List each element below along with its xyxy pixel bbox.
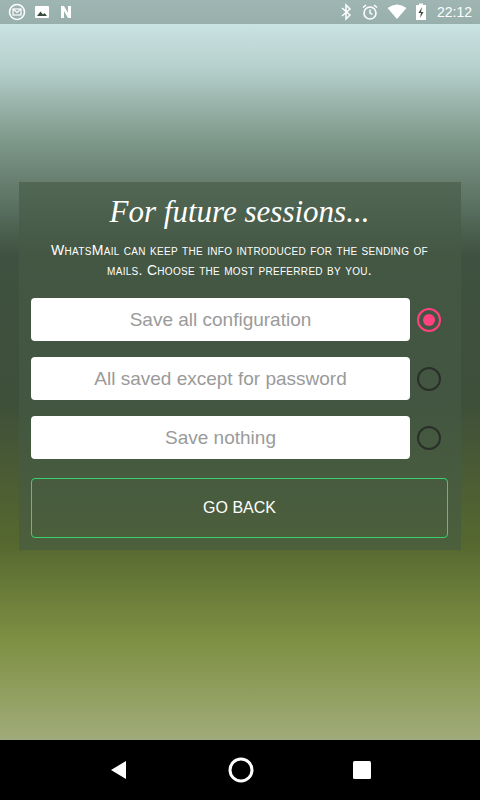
option-label[interactable]: Save all configuration xyxy=(31,298,410,341)
radio-button[interactable] xyxy=(417,308,441,332)
option-label[interactable]: Save nothing xyxy=(31,416,410,459)
screen: 22:12 For future sessions... WhatsMail can… xyxy=(0,0,480,800)
mail-notification-icon xyxy=(8,3,26,21)
image-notification-icon xyxy=(34,4,50,20)
status-time: 22:12 xyxy=(437,4,472,20)
dialog-title: For future sessions... xyxy=(31,194,448,230)
bluetooth-icon xyxy=(339,3,353,21)
radio-button[interactable] xyxy=(417,367,441,391)
save-options-dialog: For future sessions... WhatsMail can keep… xyxy=(19,182,461,550)
option-label[interactable]: All saved except for password xyxy=(31,357,410,400)
navigation-bar xyxy=(0,740,480,800)
option-row[interactable]: All saved except for password xyxy=(31,357,448,400)
dialog-description: WhatsMail can keep the info introduced f… xyxy=(31,240,448,280)
option-row[interactable]: Save nothing xyxy=(31,416,448,459)
back-icon[interactable] xyxy=(108,759,130,781)
radio-button[interactable] xyxy=(417,426,441,450)
status-bar: 22:12 xyxy=(0,0,480,24)
background: For future sessions... WhatsMail can keep… xyxy=(0,24,480,740)
home-icon[interactable] xyxy=(227,756,255,784)
recents-icon[interactable] xyxy=(352,760,372,780)
wifi-icon xyxy=(387,4,407,20)
option-row[interactable]: Save all configuration xyxy=(31,298,448,341)
alarm-icon xyxy=(361,3,379,21)
option-list: Save all configuration All saved except f… xyxy=(31,298,448,459)
battery-icon xyxy=(415,3,427,21)
n-notification-icon xyxy=(58,4,74,20)
go-back-button[interactable]: GO BACK xyxy=(31,478,448,538)
